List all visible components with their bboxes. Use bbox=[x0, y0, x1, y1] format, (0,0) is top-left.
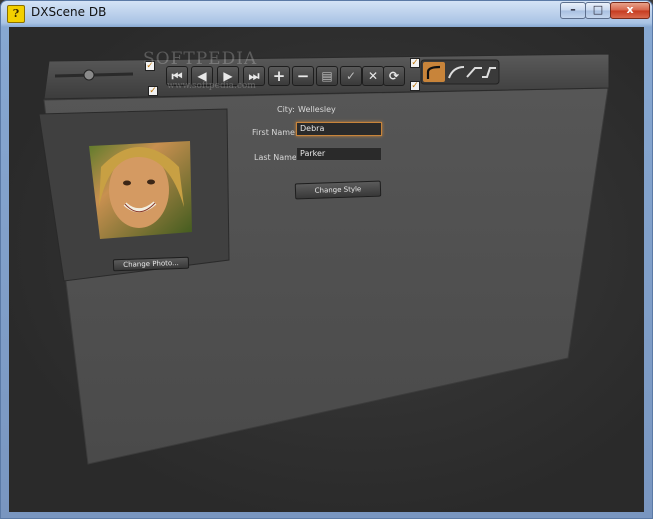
refresh-button[interactable]: ⟳ bbox=[383, 66, 405, 86]
city-label: City: bbox=[277, 105, 295, 114]
portrait-photo bbox=[89, 141, 192, 239]
change-style-button[interactable]: Change Style bbox=[294, 180, 382, 200]
app-icon: ? bbox=[7, 5, 25, 23]
last-name-label: Last Name: bbox=[254, 153, 300, 162]
add-record-button[interactable]: + bbox=[268, 66, 290, 86]
minimize-button[interactable]: – bbox=[560, 2, 586, 19]
watermark-url: www.softpedia.com bbox=[167, 81, 256, 91]
style-checkbox-top[interactable]: ✓ bbox=[410, 58, 420, 68]
maximize-button[interactable]: □ bbox=[585, 2, 611, 19]
first-name-field[interactable]: Debra bbox=[296, 122, 382, 136]
remove-record-button[interactable]: − bbox=[292, 66, 314, 86]
app-window: ? DXScene DB – □ x ✓ ✓ ⏮ ◀ ▶ ⏭ + − ▤ ✓ ✕… bbox=[0, 0, 653, 519]
watermark-brand: SOFTPEDIA bbox=[143, 49, 258, 69]
close-button[interactable]: x bbox=[610, 2, 650, 19]
city-value: Wellesley bbox=[298, 105, 336, 114]
scene-viewport[interactable]: ✓ ✓ ⏮ ◀ ▶ ⏭ + − ▤ ✓ ✕ ⟳ ✓ ✓ SOFTPEDIA ww… bbox=[9, 27, 644, 512]
curve-selected-highlight bbox=[423, 62, 445, 82]
first-name-label: First Name: bbox=[252, 128, 298, 137]
cancel-edit-button[interactable]: ✕ bbox=[362, 66, 384, 86]
last-name-field[interactable]: Parker bbox=[296, 147, 382, 161]
zoom-slider-thumb bbox=[83, 69, 95, 81]
scene-3d bbox=[38, 53, 610, 465]
post-record-button[interactable]: ✓ bbox=[340, 66, 362, 86]
title-bar[interactable]: ? DXScene DB – □ x bbox=[1, 1, 652, 25]
style-checkbox-bottom[interactable]: ✓ bbox=[410, 81, 420, 91]
window-title: DXScene DB bbox=[31, 5, 107, 19]
toolbar-checkbox-bottom[interactable]: ✓ bbox=[148, 86, 158, 96]
edit-record-button[interactable]: ▤ bbox=[316, 66, 338, 86]
